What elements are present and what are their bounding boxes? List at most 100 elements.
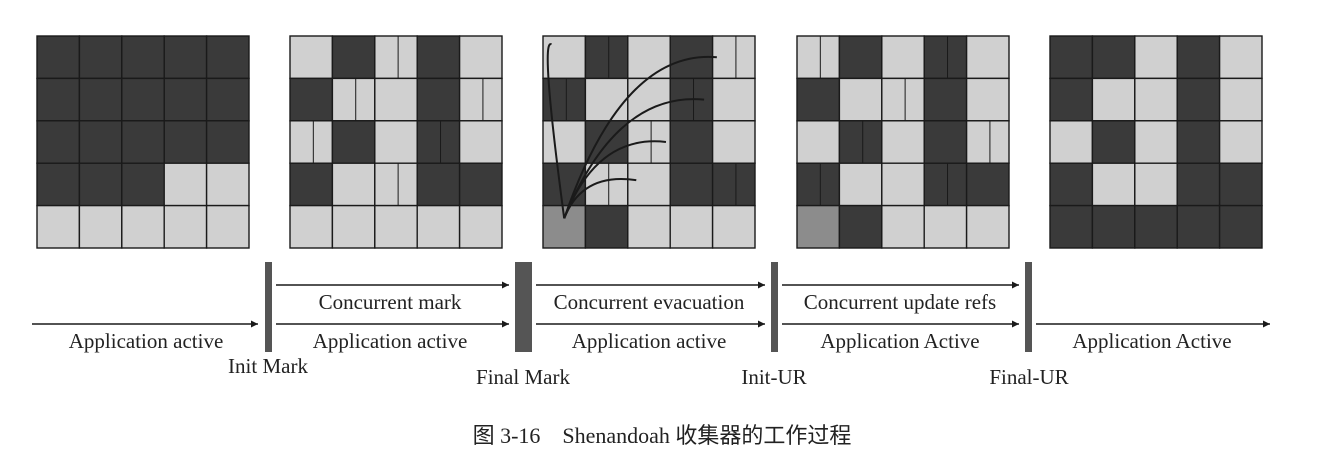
heap-region-dark <box>1049 162 1094 207</box>
heap-region-dark <box>121 120 165 164</box>
heap-region-dark <box>121 162 165 207</box>
heap-region-light <box>1218 35 1263 80</box>
heap-region-dark <box>289 77 334 122</box>
heap-region-dark <box>416 77 461 122</box>
heap-region-light <box>627 77 671 122</box>
heap-region-dark <box>1176 162 1221 207</box>
heap-region-light <box>458 120 503 164</box>
heap-region-dark <box>1049 77 1094 122</box>
phase-label-concurrent-mark: Concurrent mark <box>319 290 462 314</box>
heap-region-dark <box>1091 120 1136 164</box>
phase-label-application-active-2: Application active <box>313 329 468 353</box>
phase-label-application-active-4: Application Active <box>820 329 979 353</box>
heap-region-dark <box>838 120 883 164</box>
heap-region-light <box>965 35 1010 80</box>
heap-region-dark <box>796 162 841 207</box>
heap-region-light <box>796 120 841 164</box>
final-ur-pause-bar <box>1025 262 1032 352</box>
heap-region-light <box>965 77 1010 122</box>
heap-region-dark <box>78 120 123 164</box>
heap-region-light <box>374 204 418 249</box>
heap-region-dark <box>1049 204 1094 249</box>
heap-region-light <box>1134 77 1178 122</box>
heap-region-light <box>458 77 503 122</box>
heap-region-light <box>121 204 165 249</box>
heap-region-dark <box>711 162 756 207</box>
heap-region-dark <box>331 120 376 164</box>
heap-region-light <box>331 204 376 249</box>
phase-label-application-active-5: Application Active <box>1072 329 1231 353</box>
heap-region-light <box>416 204 461 249</box>
heap-region-light <box>669 204 714 249</box>
heap-concurrent-update-refs <box>796 35 1010 249</box>
heap-region-dark <box>205 120 250 164</box>
heap-region-dark <box>1091 35 1136 80</box>
final-mark-pause-bar <box>515 262 532 352</box>
heap-region-light <box>205 204 250 249</box>
heap-region-light <box>542 35 587 80</box>
heap-region-dark <box>416 120 461 164</box>
heap-region-light <box>711 204 756 249</box>
heap-region-light <box>289 204 334 249</box>
heap-before-gc <box>36 35 250 249</box>
shenandoah-diagram: Application active Concurrent mark Appli… <box>32 35 1270 448</box>
heap-region-light <box>331 77 376 122</box>
heap-region-dark <box>121 77 165 122</box>
heap-region-dark <box>36 77 81 122</box>
init-ur-pause-bar <box>771 262 778 352</box>
init-mark-pause-bar <box>265 262 272 352</box>
heap-region-dark <box>838 204 883 249</box>
heap-region-light <box>796 35 841 80</box>
heap-region-light <box>881 204 925 249</box>
heap-region-light <box>1134 120 1178 164</box>
phase-label-concurrent-update-refs: Concurrent update refs <box>804 290 996 314</box>
heap-region-dark <box>78 35 123 80</box>
figure-caption: 图 3-16 Shenandoah 收集器的工作过程 <box>473 423 852 448</box>
heap-region-light <box>838 77 883 122</box>
heap-region-dark <box>584 204 629 249</box>
heap-region-light <box>584 77 629 122</box>
heap-region-light <box>923 204 968 249</box>
heap-region-light <box>965 120 1010 164</box>
heap-region-light <box>1091 77 1136 122</box>
heap-region-dark <box>78 162 123 207</box>
phase-label-concurrent-evacuation: Concurrent evacuation <box>554 290 745 314</box>
heap-concurrent-mark <box>289 35 503 249</box>
heap-region-dark <box>1176 204 1221 249</box>
heap-region-dark <box>669 120 714 164</box>
heap-region-light <box>289 120 334 164</box>
phase-label-application-active-3: Application active <box>572 329 727 353</box>
heap-region-dark <box>1176 35 1221 80</box>
heap-region-dark <box>796 77 841 122</box>
heap-region-dark <box>416 35 461 80</box>
heap-region-dark <box>923 35 968 80</box>
heap-region-light <box>627 204 671 249</box>
heap-region-light <box>374 120 418 164</box>
heap-region-light <box>881 162 925 207</box>
heap-region-dark <box>838 35 883 80</box>
heap-region-dark <box>1091 204 1136 249</box>
pause-label-init-mark: Init Mark <box>228 354 308 378</box>
heap-region-dark <box>923 77 968 122</box>
heap-region-light <box>374 35 418 80</box>
heap-region-light <box>881 77 925 122</box>
heap-region-dark <box>36 35 81 80</box>
heap-region-dark <box>205 77 250 122</box>
heap-region-light <box>1134 35 1178 80</box>
heap-region-light <box>1091 162 1136 207</box>
heap-region-light <box>289 35 334 80</box>
heap-region-light <box>1218 77 1263 122</box>
heap-region-dark <box>163 77 208 122</box>
heap-region-dark <box>36 162 81 207</box>
heap-region-dark <box>205 35 250 80</box>
heap-region-light <box>458 35 503 80</box>
heap-region-light <box>881 35 925 80</box>
heap-region-light <box>331 162 376 207</box>
heap-region-dark <box>1218 162 1263 207</box>
heap-region-light <box>965 204 1010 249</box>
heap-region-light <box>1218 120 1263 164</box>
heap-region-light <box>627 35 671 80</box>
pause-label-init-ur: Init-UR <box>741 365 806 389</box>
heap-region-dark <box>965 162 1010 207</box>
heap-region-mid <box>796 204 841 249</box>
